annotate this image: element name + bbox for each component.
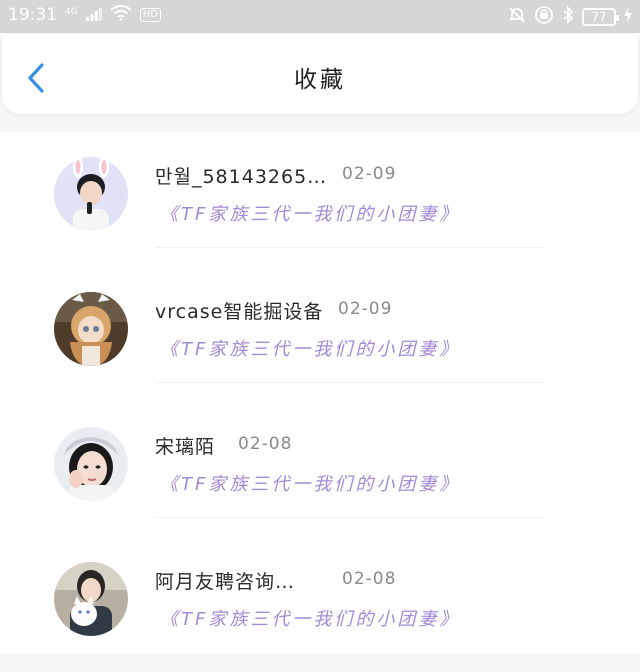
divider (155, 517, 545, 518)
alarm-icon (534, 5, 554, 29)
battery-indicator: 77 (582, 8, 619, 26)
avatar[interactable] (54, 157, 128, 231)
page-header: 收藏 (2, 34, 638, 114)
item-topic[interactable]: 《TF家族三代一我们的小团妻》 (160, 200, 460, 226)
item-date: 02-09 (338, 299, 393, 319)
item-name: 宋璃陌 (155, 436, 216, 458)
bluetooth-icon (562, 5, 574, 28)
hd-badge: HD (139, 8, 161, 22)
status-right: 77 (508, 5, 632, 29)
list-item[interactable]: 阿月友聘咨询… 02-08 《TF家族三代一我们的小团妻》 (0, 537, 640, 672)
status-left: 19:31 4G HD (8, 5, 161, 25)
mute-bell-icon (508, 6, 526, 28)
list-item[interactable]: vrcase智能掘设备 02-09 《TF家族三代一我们的小团妻》 (0, 267, 640, 402)
list-item[interactable]: 만월_58143265… 02-09 《TF家族三代一我们的小团妻》 (0, 132, 640, 267)
item-topic[interactable]: 《TF家族三代一我们的小团妻》 (160, 470, 460, 496)
item-name: 阿月友聘咨询… (155, 571, 296, 593)
item-date: 02-09 (342, 164, 397, 184)
avatar[interactable] (54, 427, 128, 501)
charging-icon (624, 7, 632, 27)
item-name: 만월_58143265… (155, 166, 328, 188)
divider (155, 247, 545, 248)
avatar[interactable] (54, 292, 128, 366)
wifi-icon (110, 5, 132, 25)
list-item[interactable]: 宋璃陌 02-08 《TF家族三代一我们的小团妻》 (0, 402, 640, 537)
item-name: vrcase智能掘设备 (155, 301, 324, 323)
avatar[interactable] (54, 562, 128, 636)
favorites-list: 만월_58143265… 02-09 《TF家族三代一我们的小团妻》 vrcas… (0, 132, 640, 653)
signal-icon (85, 6, 102, 25)
divider (155, 382, 545, 383)
item-topic[interactable]: 《TF家族三代一我们的小团妻》 (160, 335, 460, 361)
item-date: 02-08 (238, 434, 293, 454)
status-time: 19:31 (8, 5, 57, 25)
page-title: 收藏 (294, 67, 346, 93)
item-date: 02-08 (342, 569, 397, 589)
network-type: 4G (65, 6, 78, 17)
item-topic[interactable]: 《TF家族三代一我们的小团妻》 (160, 605, 460, 631)
status-bar: 19:31 4G HD 77 (0, 0, 640, 33)
